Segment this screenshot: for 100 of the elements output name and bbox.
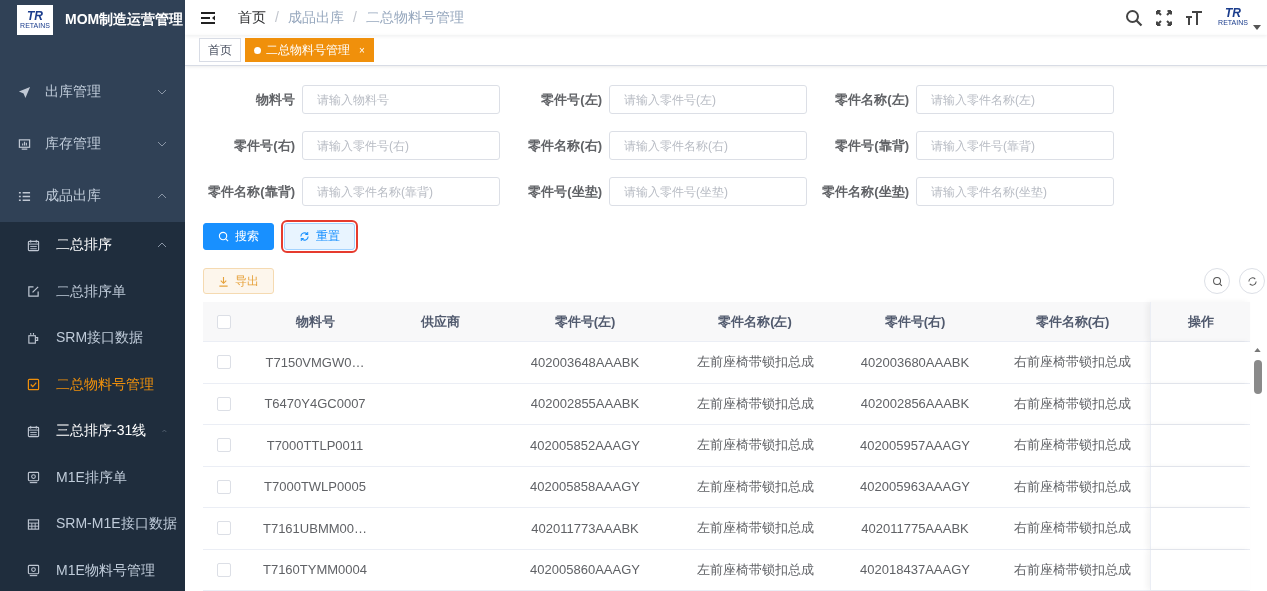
table-icon (27, 517, 40, 531)
app-title: MOM制造运营管理 (65, 11, 184, 29)
row-checkbox[interactable] (217, 562, 231, 577)
input-field[interactable]: 请输入零件号(右) (302, 131, 500, 160)
refresh-icon (299, 231, 310, 242)
table-cell-text: 右前座椅带锁扣总成 (1013, 477, 1132, 496)
table-cell-text: T7161UBMM00… (261, 519, 368, 538)
search-icon (1211, 275, 1223, 287)
field-label: 零件名称(右) (527, 136, 603, 155)
breadcrumb-separator: / (352, 8, 357, 27)
table-cell-text: 402005957AAAGY (859, 436, 971, 455)
column-header: 供应商 (419, 312, 461, 331)
table-cell-text: 右前座椅带锁扣总成 (1013, 436, 1132, 455)
sidebar-item[interactable]: 成品出库 (0, 170, 185, 222)
input-field[interactable]: 请输入零件名称(靠背) (302, 177, 500, 206)
menu-fold-icon[interactable] (200, 10, 216, 25)
sidebar-item[interactable]: M1E排序单 (0, 454, 185, 501)
field-label: 零件名称(坐垫) (821, 182, 910, 201)
sidebar-item[interactable]: SRM-M1E接口数据 (0, 501, 185, 548)
row-checkbox[interactable] (217, 479, 231, 494)
sidebar-item[interactable]: 二总物料号管理 (0, 361, 185, 408)
table-cell-text: 左前座椅带锁扣总成 (695, 477, 815, 496)
sidebar-item[interactable]: 三总排序-31线 (0, 408, 185, 455)
table-cell-text: T7150VMGW0… (264, 353, 366, 372)
table-cell-text: 左前座椅带锁扣总成 (695, 436, 815, 455)
table-cell-text: 402005860AAAGY (529, 561, 641, 580)
table-cell-text: 右前座椅带锁扣总成 (1013, 560, 1132, 579)
table-cell-text: 402011775AAABK (860, 519, 970, 538)
column-header: 操作 (1150, 302, 1250, 341)
monitor-gear-icon (27, 471, 40, 485)
text-size-icon[interactable] (1185, 8, 1203, 27)
table-cell-text: T7160TYMM0004 (261, 561, 369, 580)
cup-icon (27, 331, 40, 345)
list-icon (18, 189, 31, 203)
column-header: 零件号(左) (553, 312, 617, 331)
sidebar-item[interactable]: 库存管理 (0, 118, 185, 170)
paper-plane-icon (18, 85, 31, 99)
table-cell-text: 402002856AAABK (859, 395, 971, 414)
table-cell-text: 右前座椅带锁扣总成 (1013, 519, 1132, 538)
field-label: 零件名称(左) (834, 90, 910, 109)
search-icon[interactable] (1125, 8, 1143, 27)
table-cell-text: 402005963AAAGY (859, 478, 971, 497)
row-checkbox[interactable] (217, 521, 231, 536)
calendar-icon (27, 238, 40, 252)
row-checkbox[interactable] (217, 355, 231, 370)
sidebar-item[interactable]: SRM接口数据 (0, 315, 185, 362)
table-cell-text: 402003680AAABK (859, 353, 971, 372)
table-cell-text: 左前座椅带锁扣总成 (695, 519, 815, 538)
column-header: 物料号 (294, 312, 336, 331)
sidebar-item[interactable]: 出库管理 (0, 66, 185, 118)
chevron-up-icon (157, 242, 167, 249)
table-cell-text: 左前座椅带锁扣总成 (695, 394, 815, 413)
page-tab[interactable]: 首页 (199, 38, 241, 63)
table-cell-text: 402002855AAABK (529, 395, 641, 414)
sidebar-item[interactable]: 二总排序单 (0, 268, 185, 315)
field-label: 零件号(靠背) (834, 136, 910, 155)
breadcrumb-item: 二总物料号管理 (365, 8, 464, 27)
input-field[interactable]: 请输入零件名称(右) (609, 131, 807, 160)
input-field[interactable]: 请输入零件号(坐垫) (609, 177, 807, 206)
table-cell-text: 右前座椅带锁扣总成 (1013, 394, 1132, 413)
row-checkbox[interactable] (217, 438, 231, 453)
table-cell-text: 右前座椅带锁扣总成 (1013, 353, 1132, 372)
table-cell-text: T6470Y4GC0007 (263, 395, 367, 414)
input-field[interactable]: 请输入零件号(左) (609, 85, 807, 114)
edit-icon (27, 285, 40, 299)
monitor-gear-icon (27, 564, 40, 578)
input-field[interactable]: 请输入零件名称(左) (916, 85, 1114, 114)
search-toggle-button[interactable] (1204, 268, 1230, 294)
search-icon (218, 231, 229, 242)
chevron-up-icon (162, 428, 167, 435)
chevron-up-icon (157, 193, 167, 199)
row-checkbox[interactable] (217, 396, 231, 411)
table-cell-text: 402003648AAABK (529, 353, 641, 372)
breadcrumb-item[interactable]: 首页 (238, 8, 266, 27)
input-field[interactable]: 请输入物料号 (302, 85, 500, 114)
field-label: 零件名称(靠背) (207, 182, 296, 201)
download-icon (218, 275, 229, 287)
table-cell-text: T7000TWLP0005 (263, 478, 367, 497)
column-header: 零件名称(左) (717, 312, 793, 331)
select-all-checkbox[interactable] (217, 314, 231, 329)
table-cell-text: 左前座椅带锁扣总成 (695, 353, 815, 372)
scrollbar-thumb[interactable] (1253, 360, 1262, 394)
table-cell-text: 402005852AAAGY (529, 436, 641, 455)
field-label: 零件号(坐垫) (527, 182, 603, 201)
calendar-icon (27, 424, 40, 438)
sidebar-item[interactable]: M1E物料号管理 (0, 547, 185, 591)
fullscreen-icon[interactable] (1155, 8, 1173, 27)
table-cell-text: 402018437AAAGY (859, 561, 971, 580)
caret-down-icon[interactable] (1253, 25, 1261, 31)
table-cell-text: 左前座椅带锁扣总成 (695, 560, 815, 579)
sidebar-item[interactable]: 二总排序 (0, 222, 185, 269)
input-field[interactable]: 请输入零件名称(坐垫) (916, 177, 1114, 206)
table-cell-text: 402005858AAAGY (529, 478, 641, 497)
field-label: 物料号 (255, 90, 296, 109)
scroll-up-arrow-icon[interactable] (1254, 348, 1261, 352)
column-header: 零件号(右) (883, 312, 947, 331)
table-cell-text: 402011773AAABK (530, 519, 640, 538)
input-field[interactable]: 请输入零件号(靠背) (916, 131, 1114, 160)
breadcrumb-separator: / (275, 8, 279, 27)
refresh-button[interactable] (1239, 268, 1265, 294)
